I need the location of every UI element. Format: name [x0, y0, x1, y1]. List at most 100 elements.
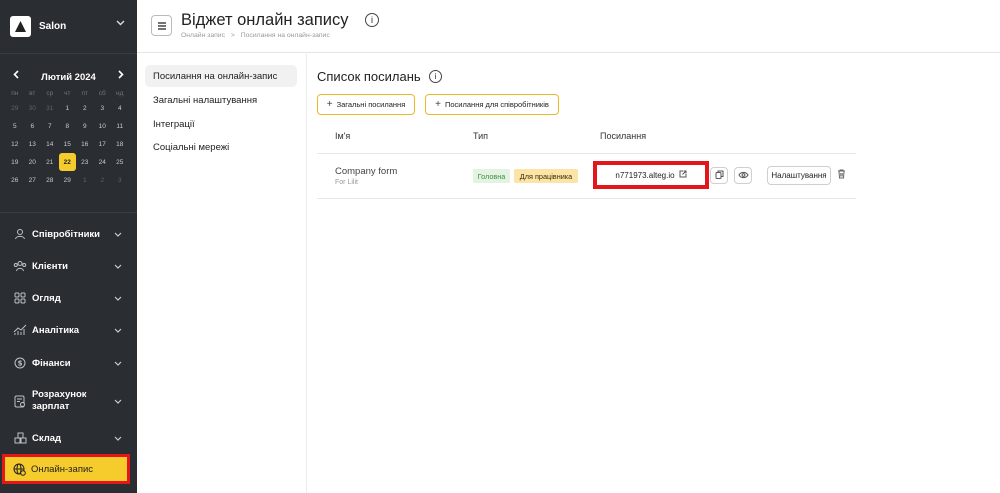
- nav-item-clients[interactable]: Клієнти: [0, 257, 137, 275]
- page-header: Віджет онлайн запису i Онлайн запис > По…: [137, 0, 1000, 53]
- calendar-day[interactable]: 9: [76, 117, 94, 135]
- calendar-day[interactable]: 11: [111, 117, 129, 135]
- subnav-item-social-networks[interactable]: Соціальні мережі: [145, 136, 297, 158]
- page-title: Віджет онлайн запису: [181, 11, 349, 29]
- mini-calendar: Лютий 2024 пн вт ср чт пт сб нд 29 30 31 1 2 3 4 5 6 7 8 9…: [0, 68, 137, 189]
- brand-switcher[interactable]: Salon: [0, 0, 137, 53]
- weekday-label: сб: [98, 90, 106, 97]
- calendar-day[interactable]: 20: [24, 153, 42, 171]
- brand-logo: [10, 16, 31, 37]
- link-settings-button[interactable]: Налаштування: [767, 166, 831, 185]
- clients-icon: [13, 259, 27, 273]
- calendar-day[interactable]: 29: [6, 99, 24, 117]
- calendar-day[interactable]: 24: [94, 153, 112, 171]
- prev-month-button[interactable]: [13, 70, 19, 82]
- nav-item-analytics[interactable]: Аналітика: [0, 321, 137, 339]
- calendar-day[interactable]: 21: [41, 153, 59, 171]
- nav-label: Склад: [32, 432, 62, 444]
- chevron-down-icon: [114, 396, 122, 406]
- type-badge-main: Головна: [473, 169, 510, 183]
- calendar-day[interactable]: 3: [94, 99, 112, 117]
- chevron-down-icon: [114, 433, 122, 443]
- column-header-type: Тип: [473, 131, 489, 141]
- calendar-day[interactable]: 19: [6, 153, 24, 171]
- calendar-day[interactable]: 15: [59, 135, 77, 153]
- booking-link-text: n771973.alteg.io: [615, 170, 675, 180]
- weekday-label: пт: [81, 90, 89, 97]
- calendar-day[interactable]: 30: [24, 99, 42, 117]
- calendar-day[interactable]: 1: [59, 99, 77, 117]
- nav-label: Фінанси: [32, 357, 71, 369]
- calendar-day[interactable]: 13: [24, 135, 42, 153]
- nav-item-staff[interactable]: Співробітники: [0, 225, 137, 243]
- calendar-day[interactable]: 28: [41, 171, 59, 189]
- settings-subnav: Посилання на онлайн-запис Загальні налаш…: [137, 54, 307, 493]
- link-subtitle: For Lilit: [335, 179, 358, 186]
- button-label: Загальні посилання: [336, 100, 406, 109]
- weekday-label: вт: [29, 90, 36, 97]
- nav-item-payroll[interactable]: Розрахунок зарплат: [0, 386, 137, 416]
- calendar-day[interactable]: 22: [58, 153, 76, 171]
- weekday-label: ср: [46, 90, 54, 97]
- menu-toggle-button[interactable]: [151, 15, 172, 36]
- column-header-link: Посилання: [600, 131, 647, 141]
- calendar-grid: пн вт ср чт пт сб нд 29 30 31 1 2 3 4 5 6 7 8 9 10 11 12 13 14 1…: [0, 88, 137, 189]
- calendar-day[interactable]: 14: [41, 135, 59, 153]
- calendar-day[interactable]: 16: [76, 135, 94, 153]
- calendar-day[interactable]: 17: [94, 135, 112, 153]
- calendar-day[interactable]: 23: [76, 153, 94, 171]
- add-staff-link-button[interactable]: + Посилання для співробітників: [425, 94, 559, 115]
- calendar-day[interactable]: 26: [6, 171, 24, 189]
- plus-icon: +: [435, 99, 441, 110]
- calendar-day[interactable]: 31: [41, 99, 59, 117]
- calendar-day[interactable]: 25: [111, 153, 129, 171]
- chevron-down-icon: [114, 358, 122, 368]
- breadcrumb: Онлайн запис > Посилання на онлайн-запис: [181, 32, 330, 39]
- calendar-day[interactable]: 12: [6, 135, 24, 153]
- subnav-item-integrations[interactable]: Інтеграції: [145, 113, 297, 135]
- copy-icon: [715, 170, 724, 181]
- nav-item-overview[interactable]: Огляд: [0, 289, 137, 307]
- subnav-item-general-settings[interactable]: Загальні налаштування: [145, 89, 297, 111]
- weekday-label: чт: [64, 90, 71, 97]
- breadcrumb-item[interactable]: Онлайн запис: [181, 32, 225, 39]
- table-divider: [317, 153, 856, 154]
- calendar-day[interactable]: 27: [24, 171, 42, 189]
- chevron-down-icon: [116, 18, 125, 29]
- calendar-day[interactable]: 10: [94, 117, 112, 135]
- calendar-day[interactable]: 8: [59, 117, 77, 135]
- calendar-day[interactable]: 2: [76, 99, 94, 117]
- add-general-link-button[interactable]: + Загальні посилання: [317, 94, 415, 115]
- next-month-button[interactable]: [118, 70, 124, 82]
- booking-link[interactable]: n771973.alteg.io: [593, 161, 709, 189]
- section-title: Список посилань: [317, 69, 421, 84]
- calendar-day[interactable]: 29: [59, 171, 77, 189]
- chevron-down-icon: [114, 325, 122, 335]
- nav-item-warehouse[interactable]: Склад: [0, 429, 137, 447]
- subnav-item-booking-links[interactable]: Посилання на онлайн-запис: [145, 65, 297, 87]
- info-icon[interactable]: i: [365, 13, 379, 27]
- calendar-day[interactable]: 6: [24, 117, 42, 135]
- weekday-label: пн: [11, 90, 19, 97]
- preview-link-button[interactable]: [734, 167, 752, 184]
- calendar-day[interactable]: 4: [111, 99, 129, 117]
- info-icon[interactable]: i: [429, 70, 442, 83]
- table-divider: [317, 198, 856, 199]
- trash-icon: [837, 166, 846, 184]
- copy-link-button[interactable]: [710, 167, 728, 184]
- analytics-icon: [13, 323, 27, 337]
- divider: [0, 212, 137, 213]
- calendar-day[interactable]: 1: [76, 171, 94, 189]
- nav-label: Аналітика: [32, 324, 80, 336]
- type-badge-staff: Для працівника: [514, 169, 578, 183]
- nav-item-online-booking[interactable]: Онлайн-запис: [2, 454, 130, 484]
- nav-label: Клієнти: [32, 260, 68, 272]
- calendar-day[interactable]: 18: [111, 135, 129, 153]
- calendar-day[interactable]: 5: [6, 117, 24, 135]
- calendar-day[interactable]: 7: [41, 117, 59, 135]
- delete-link-button[interactable]: [834, 168, 848, 182]
- nav-item-finance[interactable]: $ Фінанси: [0, 354, 137, 372]
- calendar-day[interactable]: 2: [94, 171, 112, 189]
- calendar-day[interactable]: 3: [111, 171, 129, 189]
- chevron-down-icon: [114, 229, 122, 239]
